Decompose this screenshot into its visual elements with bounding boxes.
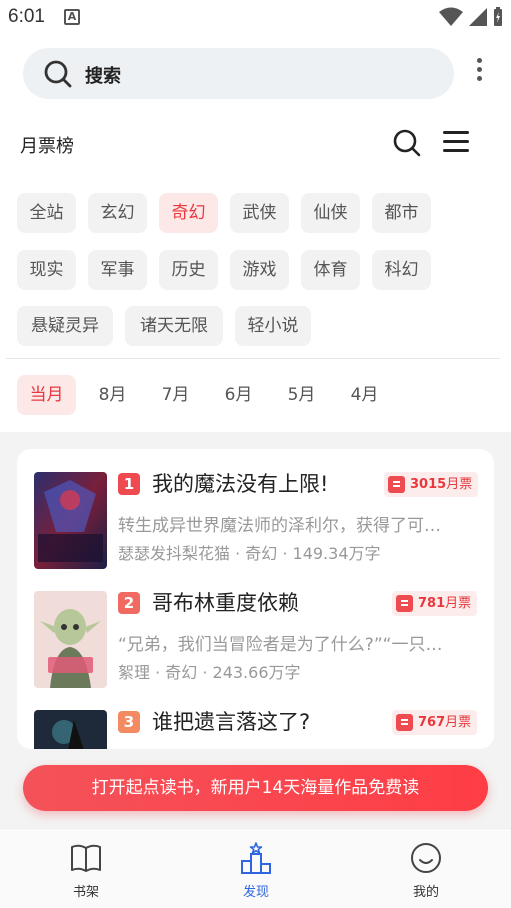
category-chip[interactable]: 科幻 xyxy=(372,250,431,290)
ticket-unit: 月票 xyxy=(445,715,472,730)
nav-label: 发现 xyxy=(242,885,269,900)
ticket-count: 3015 xyxy=(410,477,447,492)
category-chip[interactable]: 诸天无限 xyxy=(125,306,223,346)
search-label: 搜索 xyxy=(85,66,121,87)
book-icon xyxy=(71,844,101,872)
book-cover[interactable] xyxy=(34,591,107,688)
rank-title: 月票榜 xyxy=(20,136,74,157)
category-chip[interactable]: 体育 xyxy=(301,250,360,290)
bottom-nav: 书架 发现 我的 xyxy=(0,828,511,908)
nav-mine[interactable]: 我的 xyxy=(376,841,476,905)
book-meta: 絮理 · 奇幻 · 243.66万字 xyxy=(118,663,301,682)
book-item[interactable]: 3 谁把遗言落这了? 767月票 xyxy=(17,687,494,749)
ticket-badge: 781月票 xyxy=(392,591,478,616)
status-icons xyxy=(439,7,503,27)
book-description: “兄弟，我们当冒险者是为了什么?”“一只… xyxy=(118,635,443,655)
book-title[interactable]: 我的魔法没有上限! xyxy=(152,468,328,498)
search-icon xyxy=(44,60,72,88)
month-chip[interactable]: 8月 xyxy=(83,375,142,415)
book-item[interactable]: 2 哥布林重度依赖 781月票 “兄弟，我们当冒险者是为了什么?”“一只… 絮理… xyxy=(17,568,494,688)
rank-badge: 1 xyxy=(118,473,140,495)
nav-bookshelf[interactable]: 书架 xyxy=(36,841,136,905)
open-app-banner[interactable]: 打开起点读书，新用户14天海量作品免费读 xyxy=(23,765,488,811)
month-chip[interactable]: 7月 xyxy=(146,375,205,415)
notification-a-icon: A xyxy=(64,9,80,25)
rank-badge: 2 xyxy=(118,592,140,614)
book-description: 转生成异世界魔法师的泽利尔，获得了可… xyxy=(118,516,441,536)
nav-label: 书架 xyxy=(72,885,99,900)
book-item[interactable]: 1 我的魔法没有上限! 3015月票 转生成异世界魔法师的泽利尔，获得了可… 瑟… xyxy=(17,449,494,569)
ticket-count: 781 xyxy=(418,596,446,611)
ticket-badge: 767月票 xyxy=(392,710,478,735)
category-chip[interactable]: 都市 xyxy=(372,193,431,233)
category-chip[interactable]: 轻小说 xyxy=(235,306,311,346)
wifi-icon xyxy=(439,7,463,26)
book-title[interactable]: 谁把遗言落这了? xyxy=(152,706,310,736)
smiley-icon xyxy=(411,843,441,873)
category-chip[interactable]: 玄幻 xyxy=(88,193,147,233)
search-box[interactable]: 搜索 xyxy=(23,48,454,99)
category-chip[interactable]: 现实 xyxy=(17,250,76,290)
category-chip[interactable]: 武侠 xyxy=(230,193,289,233)
ticket-unit: 月票 xyxy=(446,477,473,492)
ticket-icon xyxy=(396,714,413,731)
podium-icon xyxy=(241,842,271,874)
status-bar: 6:01 A xyxy=(0,0,511,34)
ticket-count: 767 xyxy=(418,715,446,730)
book-title[interactable]: 哥布林重度依赖 xyxy=(152,587,299,617)
book-cover[interactable] xyxy=(34,472,107,569)
category-chip[interactable]: 军事 xyxy=(88,250,147,290)
signal-icon xyxy=(469,8,487,26)
book-meta: 瑟瑟发抖梨花猫 · 奇幻 · 149.34万字 xyxy=(118,544,381,563)
nav-discover[interactable]: 发现 xyxy=(206,841,306,905)
ticket-icon xyxy=(388,476,405,493)
divider xyxy=(6,358,500,359)
month-chip[interactable]: 5月 xyxy=(272,375,331,415)
category-chip[interactable]: 仙侠 xyxy=(301,193,360,233)
category-chip[interactable]: 全站 xyxy=(17,193,76,233)
nav-label: 我的 xyxy=(412,885,439,900)
category-chip[interactable]: 游戏 xyxy=(230,250,289,290)
rank-search-icon[interactable] xyxy=(392,128,422,158)
category-chip[interactable]: 历史 xyxy=(159,250,218,290)
ticket-badge: 3015月票 xyxy=(384,472,479,497)
category-chip[interactable]: 悬疑灵异 xyxy=(17,306,113,346)
search-row: 搜索 xyxy=(0,44,511,104)
rank-header: 月票榜 xyxy=(0,122,511,166)
book-cover[interactable] xyxy=(34,710,107,749)
ticket-unit: 月票 xyxy=(445,596,472,611)
month-chip-active[interactable]: 当月 xyxy=(17,375,76,415)
month-filters: 当月 8月 7月 6月 5月 4月 xyxy=(17,375,497,415)
category-chip-active[interactable]: 奇幻 xyxy=(159,193,218,233)
ranking-list: 1 我的魔法没有上限! 3015月票 转生成异世界魔法师的泽利尔，获得了可… 瑟… xyxy=(17,449,494,749)
month-chip[interactable]: 6月 xyxy=(209,375,268,415)
status-time: 6:01 xyxy=(8,6,45,27)
menu-icon[interactable] xyxy=(443,131,469,153)
month-chip[interactable]: 4月 xyxy=(335,375,394,415)
more-options-icon[interactable] xyxy=(472,58,486,88)
ticket-icon xyxy=(396,595,413,612)
battery-icon xyxy=(494,7,502,26)
rank-badge: 3 xyxy=(118,711,140,733)
